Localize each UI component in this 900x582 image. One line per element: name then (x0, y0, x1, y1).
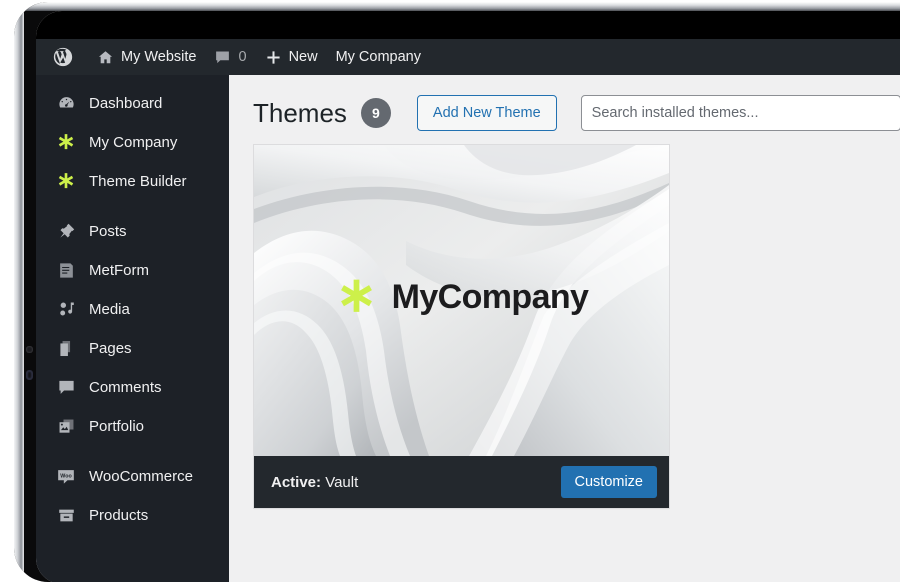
comment-bubble-icon (56, 378, 76, 398)
admin-bar-my-company-label: My Company (335, 49, 421, 65)
admin-bar-site-name[interactable]: My Website (88, 39, 205, 75)
media-icon (56, 300, 76, 320)
sidebar-item-label: WooCommerce (89, 468, 193, 485)
sidebar-item-label: Comments (89, 379, 162, 396)
device-bezel-inner-edge (24, 2, 36, 582)
admin-bar-comment-count: 0 (238, 49, 247, 65)
sidebar-item-label: MetForm (89, 262, 149, 279)
portfolio-images-icon (56, 417, 76, 437)
sidebar-item-label: Pages (89, 340, 132, 357)
asterisk-icon (335, 276, 378, 319)
sidebar-item-media[interactable]: Media (36, 290, 229, 329)
admin-bar-my-company[interactable]: My Company (327, 39, 430, 75)
asterisk-icon (56, 133, 76, 153)
add-new-theme-button[interactable]: Add New Theme (416, 94, 557, 132)
comment-bubble-icon (214, 49, 231, 66)
pin-icon (56, 222, 76, 242)
customize-button[interactable]: Customize (560, 466, 657, 498)
wp-admin-bar: My Website 0 New My Company (36, 39, 900, 75)
sidebar-item-theme-builder[interactable]: Theme Builder (36, 162, 229, 201)
device-screen: My Website 0 New My Company Dashboard My… (36, 11, 900, 582)
theme-count-badge: 9 (360, 98, 391, 128)
sidebar-item-label: Dashboard (89, 95, 163, 112)
admin-bar-new-content[interactable]: New (256, 39, 327, 75)
theme-screenshot: MyCompany (254, 145, 669, 456)
theme-brand-name: MyCompany (391, 278, 589, 316)
dashboard-gauge-icon (56, 94, 76, 114)
woocommerce-icon: Woo (56, 467, 76, 487)
admin-bar-new-label: New (288, 49, 318, 65)
sidebar-item-label: Products (89, 507, 149, 524)
sidebar-item-label: Portfolio (89, 418, 145, 435)
sidebar-separator (36, 201, 229, 212)
theme-active-name: Vault (325, 473, 359, 491)
admin-sidebar-menu: Dashboard My Company Theme Builder Posts… (36, 75, 229, 582)
sidebar-item-products[interactable]: Products (36, 496, 229, 535)
themes-page-header: Themes 9 Add New Theme (253, 91, 900, 135)
wordpress-admin-screen: My Website 0 New My Company Dashboard My… (36, 11, 900, 582)
sidebar-item-label: Posts (89, 223, 127, 240)
sidebar-item-label: Media (89, 301, 130, 318)
page-title: Themes (253, 98, 347, 128)
products-box-icon (56, 506, 76, 526)
device-side-button-small[interactable] (26, 346, 33, 353)
sidebar-item-label: My Company (89, 134, 178, 151)
admin-bar-site-name-label: My Website (121, 49, 197, 65)
theme-card-footer: Active: Vault Customize (254, 456, 669, 508)
themes-page-body: Themes 9 Add New Theme Search installed … (229, 75, 900, 582)
sidebar-separator (36, 446, 229, 457)
sidebar-item-my-company[interactable]: My Company (36, 123, 229, 162)
sidebar-item-metform[interactable]: MetForm (36, 251, 229, 290)
wordpress-logo-icon (52, 46, 74, 68)
admin-bar-comments[interactable]: 0 (205, 39, 255, 75)
plus-icon (265, 49, 282, 66)
theme-brand-lockup: MyCompany (254, 276, 669, 319)
wp-logo-menu-item[interactable] (52, 39, 88, 75)
sidebar-item-dashboard[interactable]: Dashboard (36, 84, 229, 123)
theme-card-vault[interactable]: MyCompany Active: Vault Customize (253, 144, 670, 509)
form-icon (56, 261, 76, 281)
pages-icon (56, 339, 76, 359)
asterisk-icon (56, 172, 76, 192)
svg-text:Woo: Woo (60, 473, 72, 479)
screen-top-black-area (36, 11, 900, 39)
sidebar-item-pages[interactable]: Pages (36, 329, 229, 368)
sidebar-item-portfolio[interactable]: Portfolio (36, 407, 229, 446)
search-themes-input[interactable] (580, 95, 900, 131)
sidebar-item-label: Theme Builder (89, 173, 187, 190)
theme-active-status: Active: Vault (271, 474, 358, 491)
device-side-button-power[interactable] (26, 370, 33, 380)
theme-active-label: Active: (271, 473, 322, 491)
device-bezel-top-edge (14, 2, 900, 11)
device-mockup-frame: My Website 0 New My Company Dashboard My… (14, 2, 900, 582)
home-icon (97, 49, 114, 66)
sidebar-item-posts[interactable]: Posts (36, 212, 229, 251)
sidebar-item-comments[interactable]: Comments (36, 368, 229, 407)
sidebar-item-woocommerce[interactable]: Woo WooCommerce (36, 457, 229, 496)
